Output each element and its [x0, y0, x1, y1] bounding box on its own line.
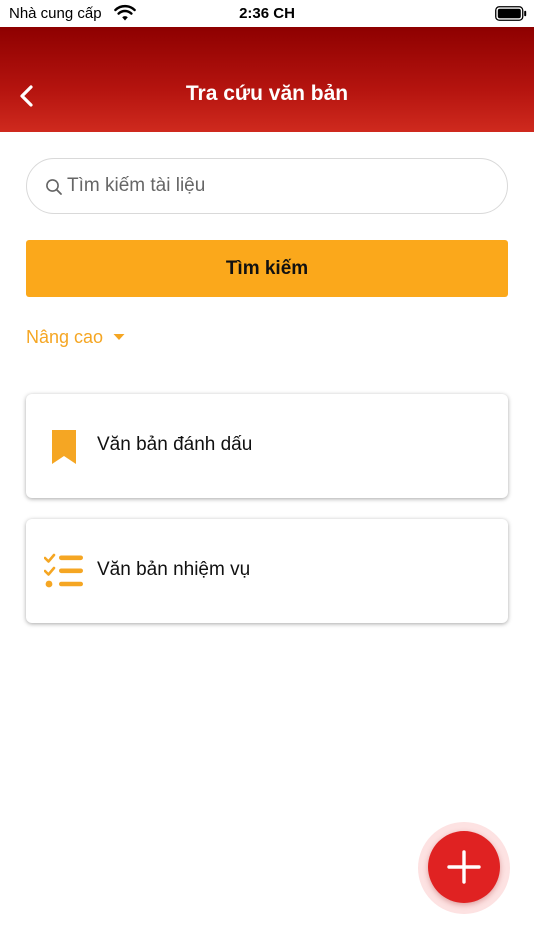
app-header: Tra cứu văn bản	[0, 27, 534, 132]
battery-icon	[495, 6, 527, 21]
caret-down-icon	[113, 334, 125, 340]
search-input[interactable]	[67, 159, 487, 213]
bookmark-icon	[52, 430, 76, 464]
status-time: 2:36 CH	[239, 5, 295, 22]
advanced-toggle[interactable]: Nâng cao	[26, 325, 125, 349]
search-button[interactable]: Tìm kiếm	[26, 240, 508, 297]
task-documents-card[interactable]: Văn bản nhiệm vụ	[26, 519, 508, 623]
search-box[interactable]	[26, 158, 508, 214]
plus-icon	[447, 850, 481, 884]
search-icon	[46, 179, 62, 195]
status-bar: Nhà cung cấp 2:36 CH	[0, 0, 534, 27]
add-button[interactable]	[428, 831, 500, 903]
bookmarked-documents-card[interactable]: Văn bản đánh dấu	[26, 394, 508, 498]
bookmarked-documents-label: Văn bản đánh dấu	[97, 434, 253, 455]
task-documents-label: Văn bản nhiệm vụ	[97, 559, 251, 580]
checklist-icon	[44, 553, 83, 588]
page-title: Tra cứu văn bản	[185, 82, 349, 105]
advanced-label: Nâng cao	[26, 326, 104, 347]
